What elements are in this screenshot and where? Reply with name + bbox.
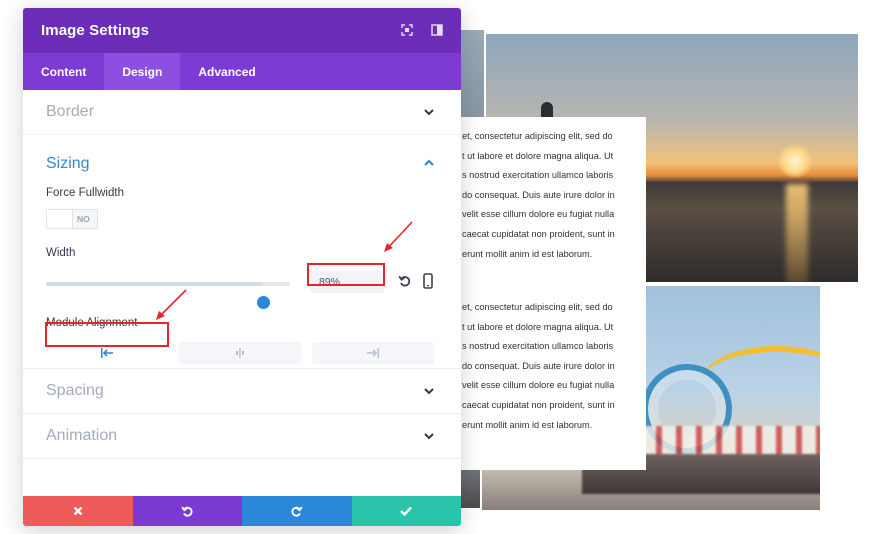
expand-icon[interactable] — [400, 23, 414, 37]
section-title: Animation — [46, 427, 118, 444]
save-button[interactable] — [351, 496, 461, 526]
chevron-down-icon — [424, 433, 434, 440]
section-sizing-toggle[interactable]: Sizing — [23, 135, 461, 187]
align-center-button[interactable] — [179, 342, 301, 364]
width-control — [23, 263, 461, 309]
text-module[interactable]: et, consectetur adipiscing elit, sed do … — [456, 117, 646, 282]
text-line: s nostrud exercitation ullamco laboris — [462, 170, 614, 181]
undo-button[interactable] — [132, 496, 242, 526]
section-animation: Animation — [23, 414, 461, 459]
highlight-box-width — [307, 263, 385, 286]
toggle-knob — [47, 210, 73, 228]
chevron-down-icon — [424, 109, 434, 116]
section-title: Sizing — [46, 155, 90, 172]
text-line: velit esse cillum dolore eu fugiat nulla — [462, 209, 615, 220]
tab-design[interactable]: Design — [104, 53, 181, 90]
toggle-state: NO — [77, 214, 90, 224]
align-right-icon — [367, 348, 379, 358]
text-line: t ut labore et dolore magna aliqua. Ut — [462, 321, 614, 332]
align-left-icon — [101, 348, 113, 358]
modal-footer — [23, 496, 461, 526]
annotation-arrow-icon — [384, 221, 413, 252]
section-spacing-toggle[interactable]: Spacing — [23, 369, 461, 413]
redo-button[interactable] — [242, 496, 352, 526]
modal-tabs: Content Design Advanced — [23, 53, 461, 90]
text-module[interactable]: et, consectetur adipiscing elit, sed do … — [456, 282, 646, 470]
chevron-up-icon — [424, 159, 434, 166]
align-center-icon — [236, 348, 244, 358]
responsive-phone-icon[interactable] — [423, 273, 433, 289]
chevron-down-icon — [424, 388, 434, 395]
redo-icon — [291, 506, 303, 517]
text-line: velit esse cillum dolore eu fugiat nulla — [462, 380, 615, 391]
force-fullwidth-toggle[interactable]: NO — [46, 209, 98, 229]
pier-tents — [622, 426, 820, 456]
section-spacing: Spacing — [23, 369, 461, 414]
tab-advanced[interactable]: Advanced — [180, 53, 273, 90]
text-line: et, consectetur adipiscing elit, sed do — [462, 302, 613, 312]
tab-content[interactable]: Content — [23, 53, 104, 90]
modal-header[interactable]: Image Settings — [23, 8, 461, 53]
annotation-arrow-icon — [156, 289, 187, 320]
force-fullwidth-label: Force Fullwidth — [46, 187, 124, 199]
section-animation-toggle[interactable]: Animation — [23, 414, 461, 458]
text-line: s nostrud exercitation ullamco laboris — [462, 341, 614, 352]
check-icon — [400, 506, 413, 516]
section-title: Spacing — [46, 382, 104, 399]
text-line: do consequat. Duis aute irure dolor in — [462, 360, 615, 371]
sun-glow — [778, 144, 812, 178]
section-title: Border — [46, 103, 95, 120]
text-line: t ut labore et dolore magna aliqua. Ut — [462, 150, 614, 161]
image-settings-modal: Image Settings Content Design Advanced B… — [23, 8, 461, 526]
section-border-toggle[interactable]: Border — [23, 90, 461, 134]
text-line: erunt mollit anim id est laborum. — [462, 419, 593, 430]
modal-body: Border Sizing Force Fullwidth NO Width 8… — [23, 90, 461, 501]
close-icon — [73, 506, 83, 516]
undo-icon — [181, 506, 193, 517]
width-slider-handle[interactable] — [257, 296, 271, 309]
text-line: et, consectetur adipiscing elit, sed do — [462, 131, 613, 141]
text-line: caecat cupidatat non proident, sunt in — [462, 228, 615, 239]
split-view-icon[interactable] — [430, 23, 444, 37]
reset-icon[interactable] — [398, 274, 412, 288]
section-border: Border — [23, 90, 461, 135]
text-line: do consequat. Duis aute irure dolor in — [462, 189, 615, 200]
discard-button[interactable] — [23, 496, 133, 526]
text-line: caecat cupidatat non proident, sunt in — [462, 399, 615, 410]
align-right-button[interactable] — [312, 342, 434, 364]
modal-title: Image Settings — [41, 22, 150, 39]
sun-reflection — [786, 184, 808, 282]
text-line: erunt mollit anim id est laborum. — [462, 248, 593, 259]
page-canvas: et, consectetur adipiscing elit, sed do … — [0, 0, 880, 534]
